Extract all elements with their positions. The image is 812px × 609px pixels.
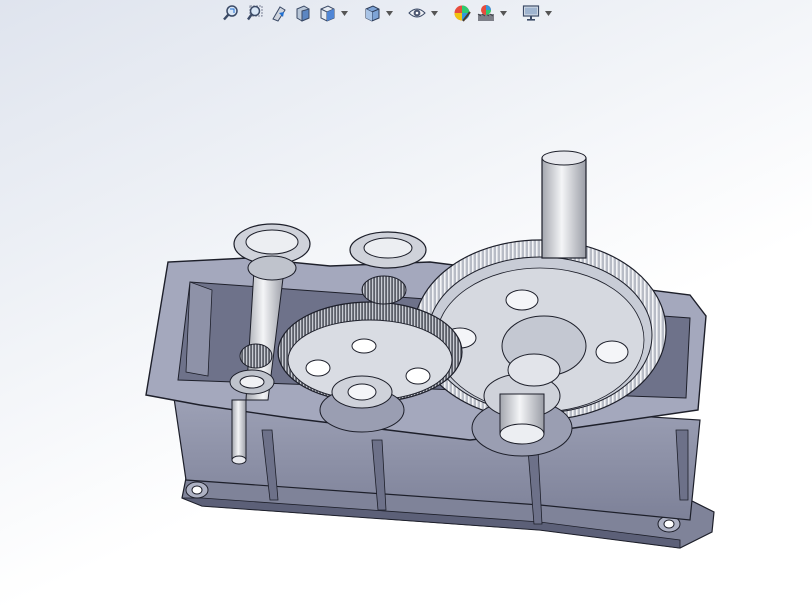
output-shaft — [541, 150, 587, 259]
graphics-area[interactable] — [0, 0, 812, 609]
gearbox-model[interactable] — [0, 0, 812, 609]
